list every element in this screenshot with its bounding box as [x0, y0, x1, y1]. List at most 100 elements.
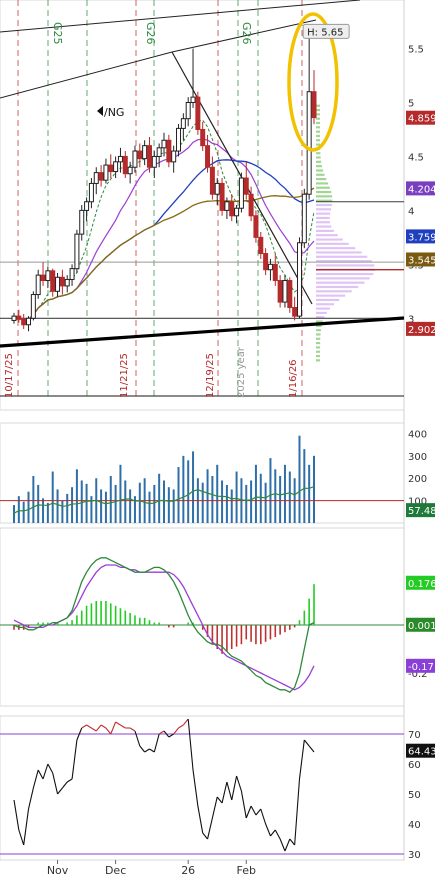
- volume-profile-bar: [316, 195, 333, 198]
- volume-axis-tick: 200: [408, 474, 427, 485]
- volume-profile-bar: [316, 290, 352, 293]
- macd-tag-label: 0.176: [408, 579, 435, 590]
- volume-bar: [201, 482, 204, 523]
- volume-profile-bar: [316, 156, 321, 159]
- volume-axis-tick: 400: [408, 429, 427, 440]
- volume-bar: [119, 464, 122, 523]
- volume-bar: [32, 476, 35, 523]
- volume-bar: [264, 482, 267, 523]
- candle-down: [243, 177, 249, 195]
- date-label: 10/17/25: [4, 353, 15, 398]
- candle-up: [156, 147, 162, 157]
- volume-bar: [182, 455, 185, 523]
- candle-down: [146, 145, 152, 168]
- volume-profile-bar: [316, 212, 331, 215]
- volume-profile-bar: [316, 346, 321, 349]
- volume-bar: [254, 464, 257, 523]
- candle-up: [176, 127, 182, 152]
- volume-profile-bar: [316, 126, 321, 129]
- volume-bar: [308, 464, 311, 523]
- candle-down: [21, 318, 27, 326]
- volume-bar: [75, 469, 78, 523]
- volume-bar: [148, 491, 151, 523]
- volume-profile-bar: [316, 277, 370, 280]
- rsi-tag-label: 64.43: [408, 747, 435, 758]
- volume-profile-bar: [316, 216, 330, 220]
- volume-profile-bar: [316, 285, 359, 289]
- candle-up: [45, 270, 51, 282]
- volume-profile-bar: [316, 294, 346, 297]
- volume-bar: [167, 487, 170, 523]
- volume-profile-bar: [316, 139, 321, 142]
- volume-bar: [298, 435, 301, 523]
- volume-profile-bar: [316, 329, 321, 332]
- volume-profile-bar: [316, 255, 368, 258]
- price-panel: [0, 0, 405, 411]
- volume-bar: [177, 467, 180, 523]
- volume-profile-bar: [316, 234, 338, 237]
- volume-bar: [27, 491, 30, 523]
- volume-profile-bar: [316, 354, 321, 358]
- macd-tag-label: -0.17: [408, 662, 434, 673]
- date-label: 11/21/25: [119, 353, 130, 398]
- volume-bar: [158, 473, 161, 523]
- rsi-axis-tick: 40: [408, 820, 421, 831]
- rsi-panel: [0, 715, 405, 861]
- volume-bar: [66, 493, 69, 523]
- volume-bar: [279, 476, 282, 523]
- candle-down: [263, 253, 269, 271]
- candle-down: [59, 276, 65, 287]
- x-axis-tick-label: Dec: [105, 864, 126, 877]
- macd-tag-label: 0.001: [408, 621, 435, 632]
- candle-down: [16, 315, 22, 320]
- expiry-label: G26: [240, 22, 253, 45]
- candle-up: [132, 150, 138, 168]
- candle-up: [185, 102, 191, 120]
- volume-profile-bar: [316, 208, 332, 211]
- candle-down: [137, 150, 143, 160]
- volume-bar: [269, 458, 272, 523]
- candle-up: [171, 150, 177, 163]
- volume-bar: [124, 480, 127, 523]
- expiry-label: G26: [144, 22, 157, 45]
- volume-profile-bar: [316, 178, 327, 181]
- candle-up: [93, 172, 99, 184]
- volume-profile-bar: [316, 182, 329, 185]
- volume-profile-bar: [316, 143, 321, 146]
- rsi-axis-tick: 30: [408, 850, 421, 861]
- candle-down: [50, 270, 56, 292]
- stock-chart[interactable]: H: 5.65/NG G25 G26 G26 10/17/25 11/21/25 12/19…: [0, 0, 435, 884]
- candle-down: [253, 215, 259, 238]
- volume-bar: [114, 484, 117, 523]
- volume-bar: [259, 473, 262, 523]
- rsi-axis-tick: 60: [408, 760, 421, 771]
- x-axis-tick-label: 26: [181, 864, 195, 877]
- volume-bar: [109, 476, 112, 523]
- volume-bar: [104, 491, 107, 523]
- macd-panel: [0, 527, 405, 707]
- volume-profile-bar: [316, 117, 321, 120]
- volume-profile-bar: [316, 165, 322, 168]
- volume-bar: [71, 487, 74, 523]
- volume-bar: [192, 451, 195, 523]
- rsi-axis-tick: 70: [408, 730, 421, 741]
- volume-profile-bar: [316, 134, 321, 138]
- price-axis-tick: 4: [408, 206, 414, 217]
- volume-bar: [80, 480, 83, 523]
- candle-down: [277, 280, 283, 303]
- volume-profile-bar: [316, 152, 321, 155]
- volume-profile-bar: [316, 203, 332, 207]
- volume-profile-bar: [316, 247, 356, 250]
- candle-down: [311, 91, 317, 119]
- candle-up: [69, 268, 75, 280]
- date-label: 2025 year: [236, 346, 247, 398]
- volume-bar: [221, 480, 224, 523]
- candle-up: [190, 96, 196, 103]
- volume-bar: [61, 500, 64, 523]
- volume-bar: [172, 489, 175, 523]
- candle-down: [287, 280, 293, 308]
- volume-axis-tick: 300: [408, 452, 427, 463]
- price-axis-tick: 5.5: [408, 45, 424, 56]
- candle-up: [306, 91, 312, 195]
- volume-profile-bar: [316, 311, 327, 314]
